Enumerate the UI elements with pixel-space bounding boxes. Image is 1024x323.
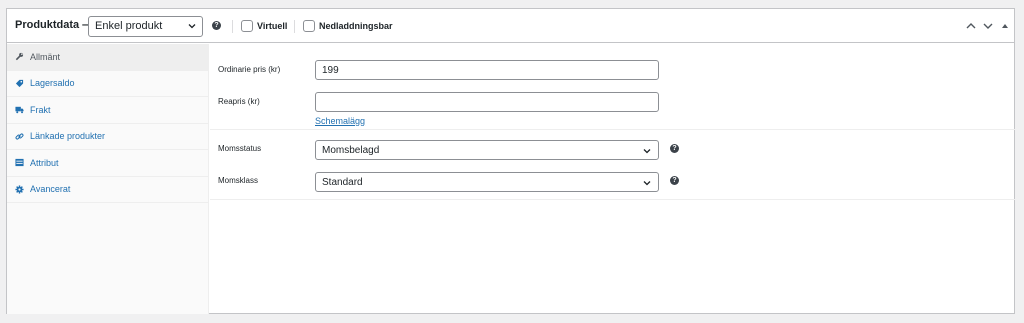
downloadable-checkbox[interactable] (303, 20, 315, 32)
tab-attributes[interactable]: Attribut (7, 150, 208, 177)
tab-shipping[interactable]: Frakt (7, 97, 208, 124)
tab-label: Frakt (30, 104, 51, 115)
tax-status-select[interactable]: Momsbelagd (315, 140, 659, 160)
tab-label: Avancerat (30, 184, 71, 195)
sale-price-input[interactable] (315, 92, 659, 112)
tab-advanced[interactable]: Avancerat (7, 177, 208, 203)
separator (232, 20, 233, 33)
move-up-icon[interactable] (965, 21, 977, 31)
product-data-panel: Produktdata — Enkel produkt ? Virtuell N… (6, 8, 1015, 314)
tab-linked-products[interactable]: Länkade produkter (7, 124, 208, 150)
regular-price-input[interactable]: 199 (315, 60, 659, 80)
chevron-down-icon (643, 149, 651, 154)
link-icon (15, 133, 24, 140)
help-icon[interactable]: ? (212, 21, 221, 30)
regular-price-value: 199 (322, 65, 339, 76)
pricing-group: Ordinarie pris (kr) 199 Reapris (kr) Sch… (210, 44, 1015, 130)
chevron-down-icon (188, 24, 196, 29)
chevron-down-icon (643, 181, 651, 186)
tab-label: Attribut (30, 157, 59, 168)
help-icon[interactable]: ? (670, 176, 679, 185)
tax-group: Momsstatus Momsbelagd ? Momsklass Standa… (210, 130, 1015, 200)
truck-icon (15, 107, 24, 114)
product-type-select[interactable]: Enkel produkt (88, 16, 203, 37)
tax-class-label: Momsklass (218, 176, 259, 185)
regular-price-label: Ordinarie pris (kr) (218, 65, 281, 74)
tax-status-label: Momsstatus (218, 144, 262, 153)
wrench-icon (15, 53, 24, 61)
tab-label: Allmänt (30, 51, 61, 62)
panel-header: Produktdata — Enkel produkt ? Virtuell N… (7, 9, 1014, 43)
move-down-icon[interactable] (982, 21, 994, 31)
gear-icon (15, 185, 24, 194)
product-data-tabs: Allmänt Lagersaldo Frakt Länkade produkt… (7, 44, 209, 314)
tag-icon (15, 79, 24, 87)
schedule-link[interactable]: Schemalägg (315, 116, 365, 126)
tab-inventory[interactable]: Lagersaldo (7, 71, 208, 97)
tax-class-select[interactable]: Standard (315, 172, 659, 192)
general-panel: Ordinarie pris (kr) 199 Reapris (kr) Sch… (210, 44, 1015, 314)
tab-general[interactable]: Allmänt (7, 44, 208, 71)
virtual-label: Virtuell (257, 21, 288, 31)
panel-title: Produktdata — (15, 19, 94, 31)
sale-price-label: Reapris (kr) (218, 97, 260, 106)
virtual-checkbox[interactable] (241, 20, 253, 32)
tax-status-value: Momsbelagd (322, 145, 380, 156)
product-type-value: Enkel produkt (95, 20, 163, 32)
separator (294, 20, 295, 33)
downloadable-label: Nedladdningsbar (319, 21, 393, 31)
list-icon (15, 159, 24, 167)
collapse-toggle-icon[interactable] (999, 21, 1011, 31)
help-icon[interactable]: ? (670, 144, 679, 153)
tab-label: Lagersaldo (30, 78, 75, 89)
tab-label: Länkade produkter (30, 131, 106, 142)
tax-class-value: Standard (322, 177, 363, 188)
